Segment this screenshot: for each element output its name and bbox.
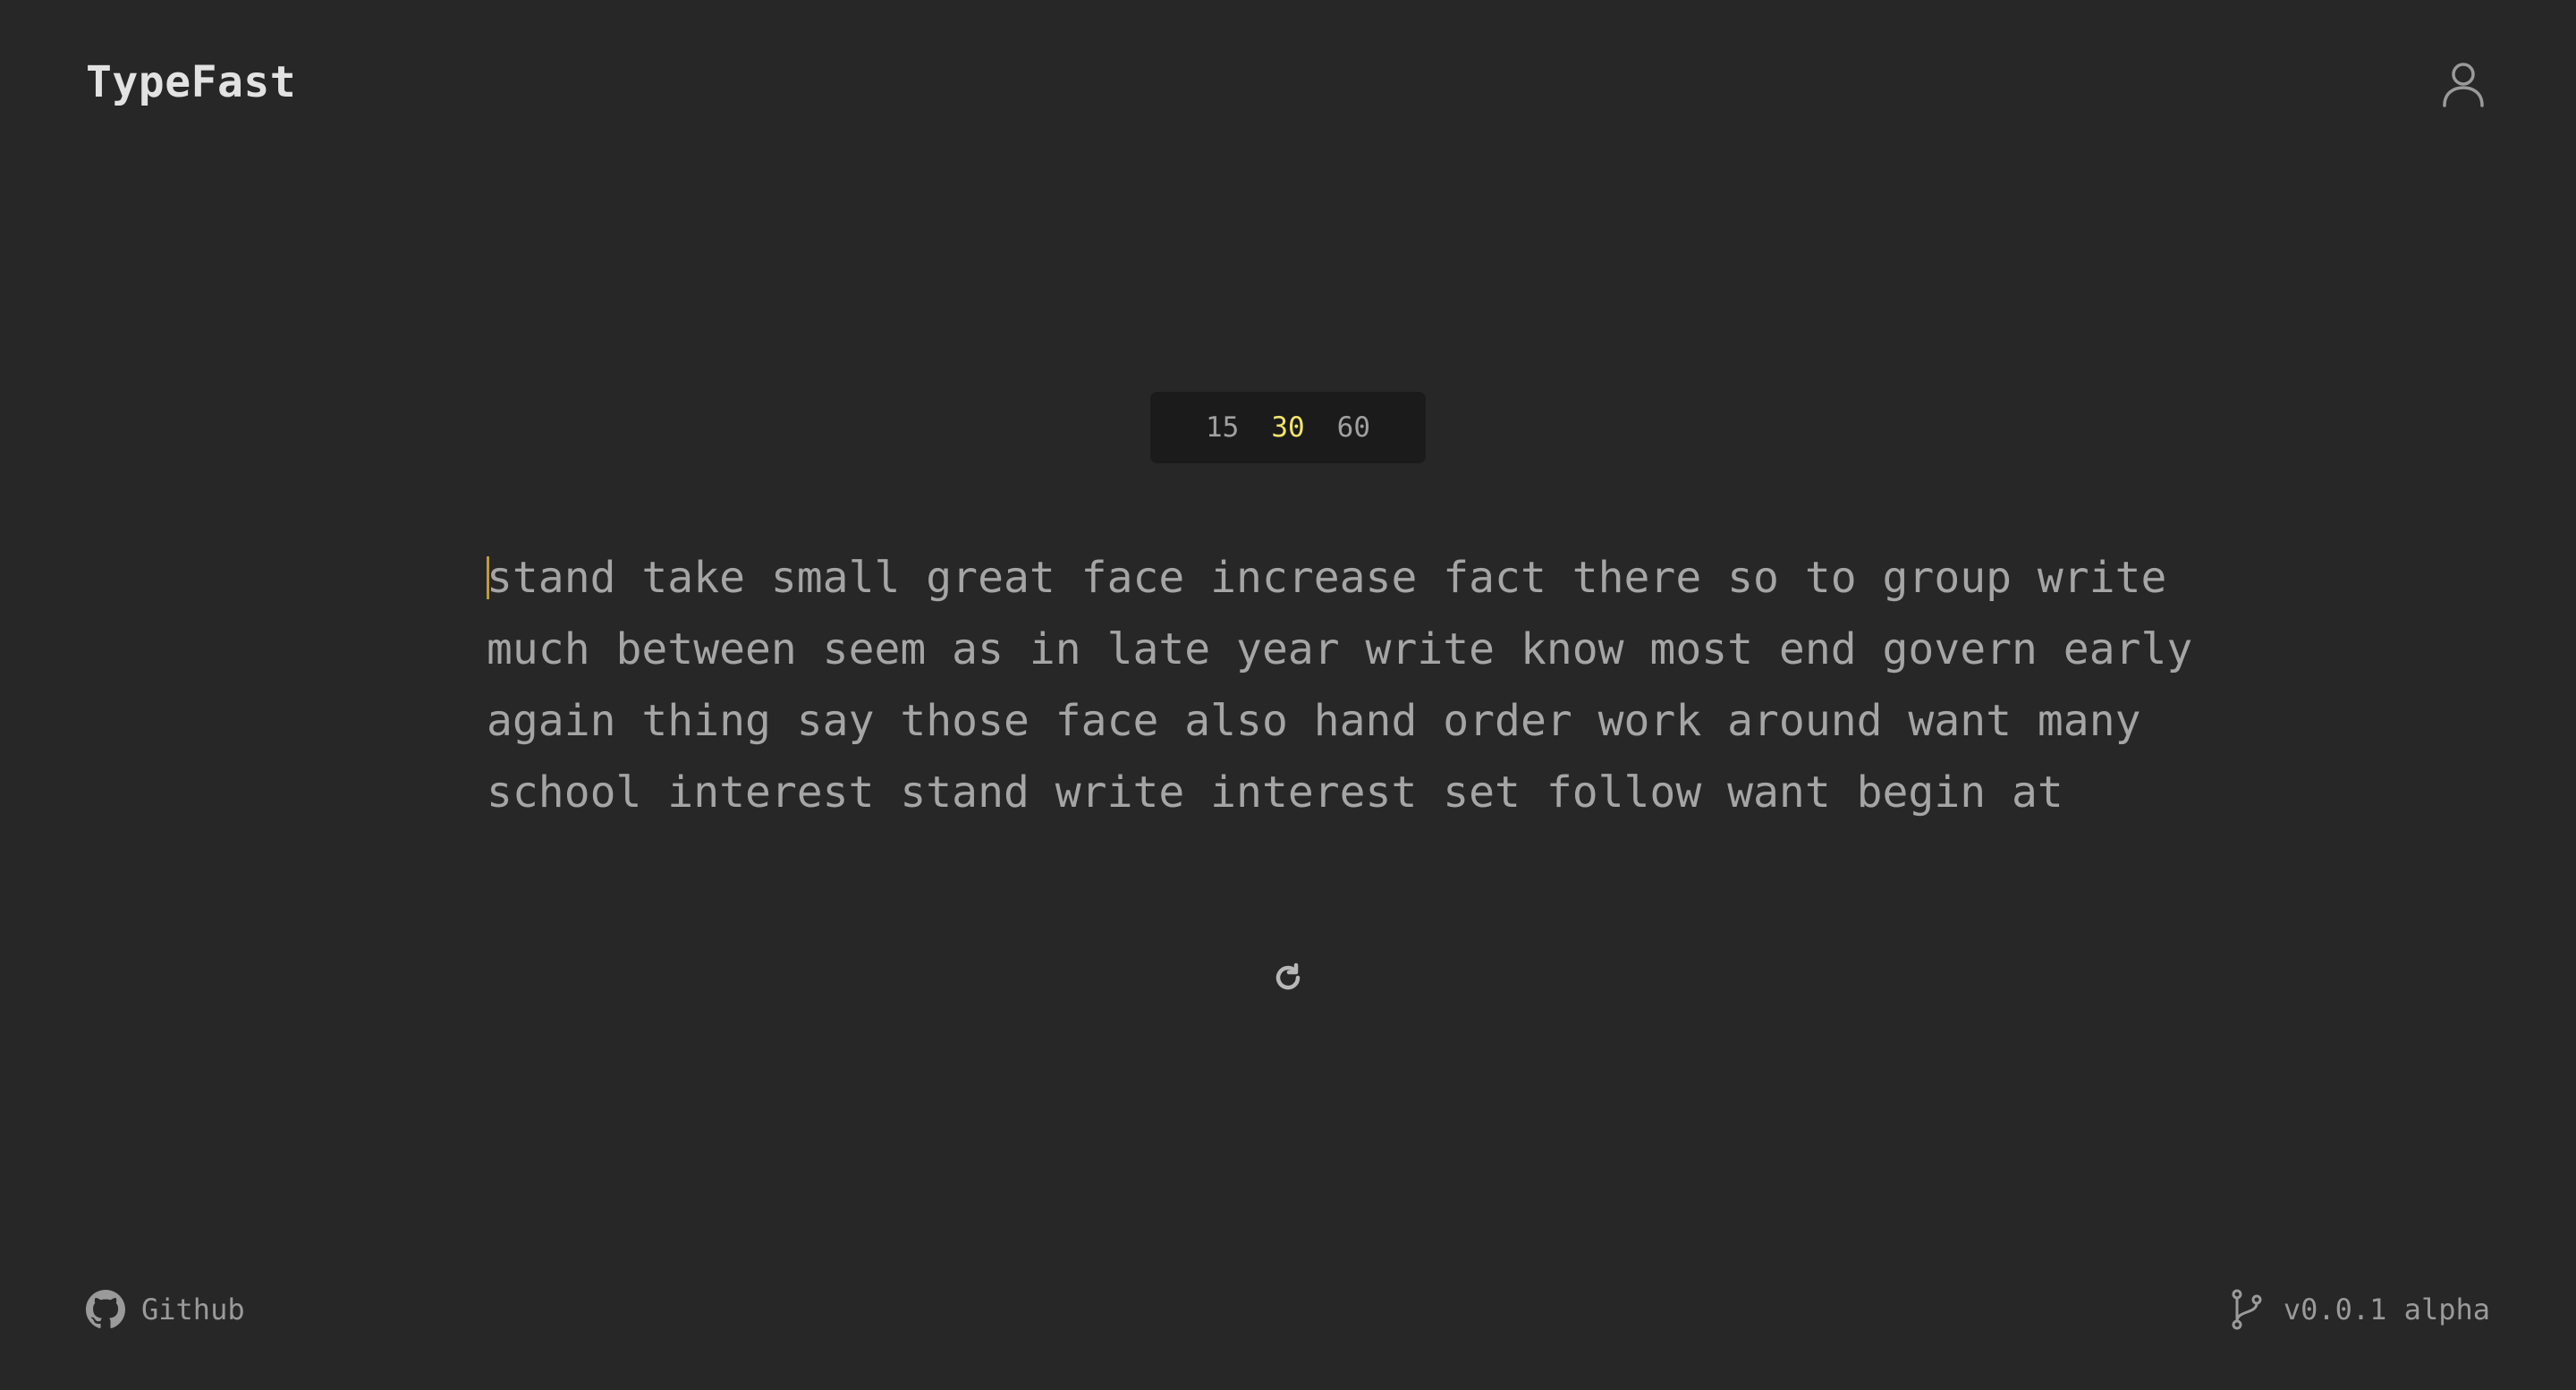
timer-option-15[interactable]: 15 xyxy=(1190,392,1255,463)
restart-button[interactable] xyxy=(1270,957,1306,998)
app-root: TypeFast 15 30 60 stand take small great… xyxy=(0,0,2576,1390)
git-branch-icon xyxy=(2232,1289,2262,1330)
github-icon xyxy=(86,1290,125,1328)
timer-selector: 15 30 60 xyxy=(1150,392,1426,463)
restart-icon xyxy=(1275,962,1301,990)
word-line: stand take small great face increase fac… xyxy=(487,542,2166,614)
timer-option-60[interactable]: 60 xyxy=(1321,392,1386,463)
word-line: school interest stand write interest set… xyxy=(487,757,2097,828)
version-label: v0.0.1 alpha xyxy=(2283,1293,2490,1326)
version-info: v0.0.1 alpha xyxy=(2230,1288,2490,1331)
word-line: much between seem as in late year write … xyxy=(487,614,2192,685)
user-account-button[interactable] xyxy=(2436,55,2490,113)
word-line-text: stand take small great face increase fac… xyxy=(487,553,2167,603)
typing-text-area[interactable]: stand take small great face increase fac… xyxy=(487,542,2192,828)
word-line: again thing say those face also hand ord… xyxy=(487,685,2141,757)
word-line-text: school interest stand write interest set… xyxy=(487,767,2063,818)
word-line-text: again thing say those face also hand ord… xyxy=(487,696,2141,746)
timer-option-30[interactable]: 30 xyxy=(1255,392,1320,463)
typing-caret xyxy=(487,556,489,599)
github-label: Github xyxy=(141,1293,245,1326)
user-icon xyxy=(2443,63,2484,107)
github-link[interactable]: Github xyxy=(86,1288,245,1331)
word-line-text: much between seem as in late year write … xyxy=(487,624,2193,674)
app-logo[interactable]: TypeFast xyxy=(86,55,296,109)
